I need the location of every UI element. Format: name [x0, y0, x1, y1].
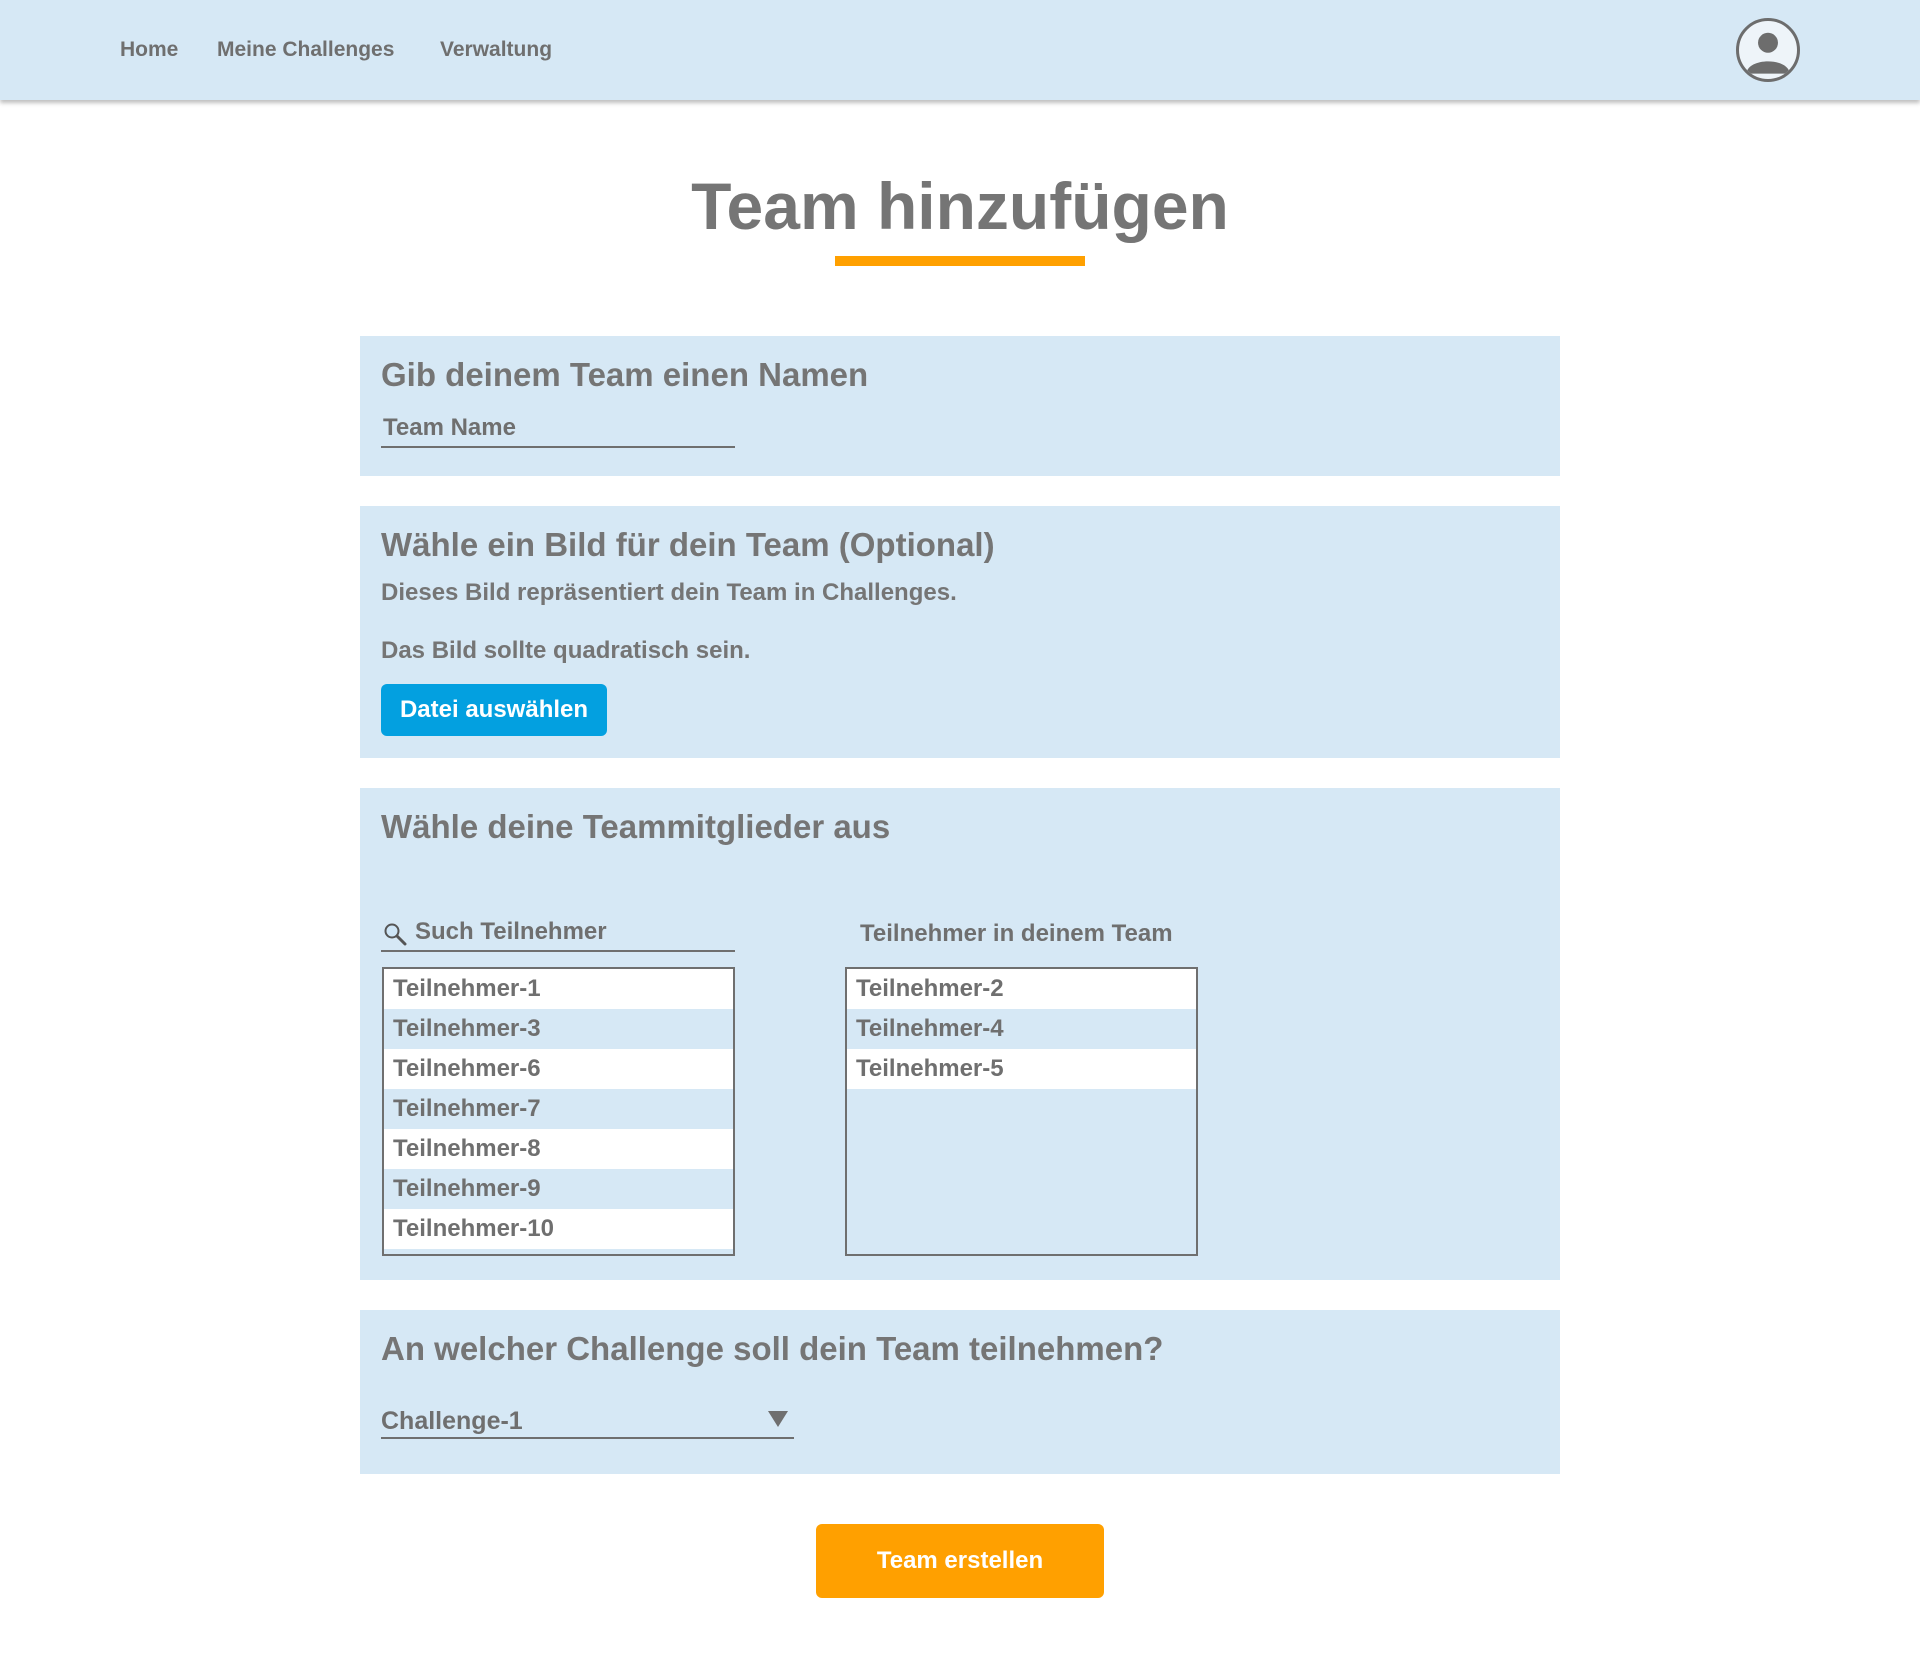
list-item[interactable]: Teilnehmer-4 — [847, 1009, 1196, 1049]
list-item[interactable]: Teilnehmer-9 — [384, 1169, 733, 1209]
selected-team-members-list[interactable]: Teilnehmer-2 Teilnehmer-4 Teilnehmer-5 — [845, 967, 1198, 1256]
nav-link-verwaltung[interactable]: Verwaltung — [440, 38, 552, 62]
team-name-heading: Gib deinem Team einen Namen — [381, 356, 869, 393]
list-item[interactable]: Teilnehmer-8 — [384, 1129, 733, 1169]
list-item[interactable]: Teilnehmer-6 — [384, 1049, 733, 1089]
team-name-input[interactable]: Team Name — [381, 414, 735, 448]
list-item[interactable]: Teilnehmer-3 — [384, 1009, 733, 1049]
challenge-select-value: Challenge-1 — [381, 1407, 523, 1435]
choose-file-button[interactable]: Datei auswählen — [381, 684, 607, 736]
nav-link-home[interactable]: Home — [120, 38, 178, 62]
list-item[interactable]: Teilnehmer-10 — [384, 1209, 733, 1249]
nav-link-meine-challenges[interactable]: Meine Challenges — [217, 38, 394, 62]
team-image-description: Dieses Bild repräsentiert dein Team in C… — [381, 579, 957, 606]
list-item[interactable]: Teilnehmer-7 — [384, 1089, 733, 1129]
list-item[interactable]: Teilnehmer-1 — [384, 969, 733, 1009]
available-participants-list[interactable]: Teilnehmer-1 Teilnehmer-3 Teilnehmer-6 T… — [382, 967, 735, 1256]
team-image-heading: Wähle ein Bild für dein Team (Optional) — [381, 526, 995, 563]
team-members-label: Teilnehmer in deinem Team — [860, 920, 1173, 947]
team-image-hint: Das Bild sollte quadratisch sein. — [381, 637, 751, 664]
search-participants-placeholder: Such Teilnehmer — [415, 918, 607, 945]
page-title: Team hinzufügen — [691, 169, 1229, 243]
list-item[interactable]: Teilnehmer-2 — [847, 969, 1196, 1009]
magnifier-icon — [384, 923, 407, 946]
search-participants-input[interactable]: Such Teilnehmer — [381, 918, 735, 952]
list-item[interactable]: Teilnehmer-5 — [847, 1049, 1196, 1089]
user-avatar-icon[interactable] — [1736, 18, 1800, 82]
title-accent-underline — [835, 256, 1085, 266]
challenge-select[interactable]: Challenge-1 — [381, 1407, 794, 1439]
triangle-down-icon — [768, 1411, 788, 1427]
team-name-section: Gib deinem Team einen Namen Team Name — [360, 336, 1560, 476]
team-members-section: Wähle deine Teammitglieder aus Such Teil… — [360, 788, 1560, 1280]
top-navbar: Home Meine Challenges Verwaltung — [0, 0, 1920, 100]
team-image-section: Wähle ein Bild für dein Team (Optional) … — [360, 506, 1560, 758]
team-members-heading: Wähle deine Teammitglieder aus — [381, 808, 891, 845]
challenge-heading: An welcher Challenge soll dein Team teil… — [381, 1330, 1164, 1367]
challenge-section: An welcher Challenge soll dein Team teil… — [360, 1310, 1560, 1474]
create-team-button[interactable]: Team erstellen — [816, 1524, 1104, 1598]
